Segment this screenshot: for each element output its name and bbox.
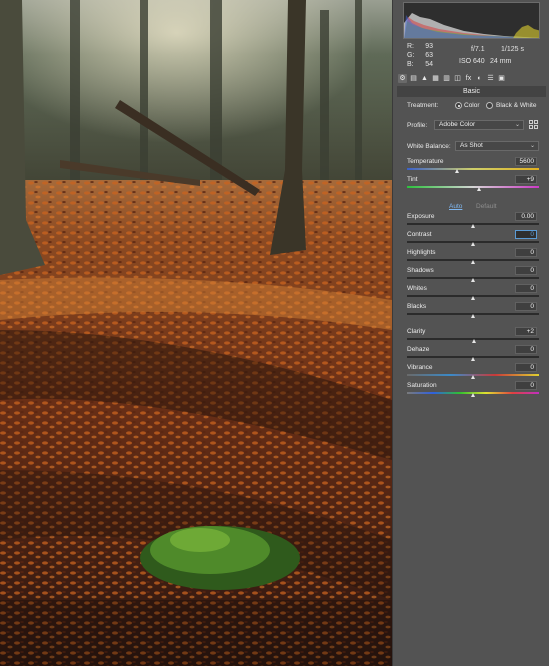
white-balance-label: White Balance:: [407, 143, 451, 150]
exposure-value-field[interactable]: 0.00: [515, 212, 537, 221]
dehaze-value-field[interactable]: 0: [515, 345, 537, 354]
dehaze-label: Dehaze: [407, 346, 430, 353]
saturation-slider-row: Saturation 0: [393, 381, 549, 400]
chevron-down-icon: ⌄: [514, 122, 520, 128]
clarity-slider-thumb[interactable]: [471, 339, 476, 343]
highlights-value-field[interactable]: 0: [515, 248, 537, 257]
chevron-down-icon: ⌄: [529, 143, 535, 149]
effects-icon[interactable]: fx: [464, 74, 473, 83]
iso-value: ISO 640: [459, 58, 485, 65]
treatment-color-label[interactable]: Color: [464, 102, 480, 109]
temperature-value-field[interactable]: 5600: [515, 157, 537, 166]
blue-value: 54: [425, 61, 433, 68]
red-readout: R: 93: [407, 43, 433, 50]
tint-slider-thumb[interactable]: [477, 187, 482, 191]
exposure-slider-row: Exposure 0.00: [393, 212, 549, 231]
auto-button[interactable]: Auto: [449, 203, 462, 210]
clarity-label: Clarity: [407, 328, 426, 335]
split-toning-icon[interactable]: ▥: [442, 74, 451, 83]
vibrance-value-field[interactable]: 0: [515, 363, 537, 372]
clarity-value-field[interactable]: +2: [515, 327, 537, 336]
contrast-slider-row: Contrast 0: [393, 230, 549, 249]
shadows-value-field[interactable]: 0: [515, 266, 537, 275]
temperature-slider-row: Temperature 5600: [393, 157, 549, 176]
red-label: R:: [407, 43, 414, 50]
green-label: G:: [407, 52, 415, 59]
white-balance-value: As Shot: [460, 142, 483, 149]
section-title-basic: Basic: [397, 86, 546, 97]
treatment-color-radio[interactable]: [455, 102, 462, 109]
lens-icon[interactable]: ◫: [453, 74, 462, 83]
blacks-slider-thumb[interactable]: [470, 314, 475, 318]
tint-label: Tint: [407, 176, 418, 183]
camera-raw-panel: R: 93 G: 63 B: 54 f/7.1 1/125 s ISO 640 …: [392, 0, 549, 666]
highlights-label: Highlights: [407, 249, 436, 256]
histogram[interactable]: [403, 2, 540, 39]
shadows-slider-row: Shadows 0: [393, 266, 549, 285]
dehaze-slider-thumb[interactable]: [470, 357, 475, 361]
temperature-label: Temperature: [407, 158, 444, 165]
contrast-slider-thumb[interactable]: [470, 242, 475, 246]
whites-slider-row: Whites 0: [393, 284, 549, 303]
default-button[interactable]: Default: [476, 203, 497, 210]
tint-slider-track[interactable]: [407, 186, 539, 188]
dehaze-slider-row: Dehaze 0: [393, 345, 549, 364]
saturation-label: Saturation: [407, 382, 437, 389]
vibrance-slider-thumb[interactable]: [470, 375, 475, 379]
profile-value: Adobe Color: [439, 121, 476, 128]
shutter-value: 1/125 s: [501, 46, 524, 53]
treatment-bw-label[interactable]: Black & White: [496, 102, 536, 109]
exposure-slider-thumb[interactable]: [470, 224, 475, 228]
focal-length-value: 24 mm: [490, 58, 512, 65]
whites-value-field[interactable]: 0: [515, 284, 537, 293]
panel-tabs: ⚙ ▤ ▲ ▦ ▥ ◫ fx ◐ ☰ ▣: [398, 72, 546, 84]
saturation-slider-thumb[interactable]: [470, 393, 475, 397]
contrast-label: Contrast: [407, 231, 432, 238]
treatment-bw-radio[interactable]: [486, 102, 493, 109]
tint-value-field[interactable]: +9: [515, 175, 537, 184]
photo-preview[interactable]: [0, 0, 392, 666]
blacks-label: Blacks: [407, 303, 427, 310]
detail-icon[interactable]: ▲: [420, 74, 429, 83]
shadows-label: Shadows: [407, 267, 434, 274]
histogram-graph: [404, 13, 539, 38]
whites-slider-thumb[interactable]: [470, 296, 475, 300]
vibrance-slider-row: Vibrance 0: [393, 363, 549, 382]
white-balance-select[interactable]: As Shot ⌄: [455, 141, 539, 151]
blue-label: B:: [407, 61, 414, 68]
aperture-value: f/7.1: [471, 46, 485, 53]
temperature-slider-thumb[interactable]: [454, 169, 459, 173]
camera-basic-icon[interactable]: ⚙: [398, 73, 407, 83]
blue-readout: B: 54: [407, 61, 433, 68]
presets-icon[interactable]: ☰: [486, 74, 495, 83]
clarity-slider-row: Clarity +2: [393, 327, 549, 346]
photo-image: [0, 0, 392, 666]
green-value: 63: [425, 52, 433, 59]
contrast-value-field[interactable]: 0: [515, 230, 537, 239]
shadows-slider-thumb[interactable]: [470, 278, 475, 282]
green-readout: G: 63: [407, 52, 433, 59]
blacks-value-field[interactable]: 0: [515, 302, 537, 311]
blacks-slider-row: Blacks 0: [393, 302, 549, 321]
red-value: 93: [425, 43, 433, 50]
whites-label: Whites: [407, 285, 427, 292]
hsl-icon[interactable]: ▦: [431, 74, 440, 83]
treatment-label: Treatment:: [407, 102, 439, 109]
highlights-slider-thumb[interactable]: [470, 260, 475, 264]
saturation-value-field[interactable]: 0: [515, 381, 537, 390]
profile-select[interactable]: Adobe Color ⌄: [434, 120, 524, 130]
profile-label: Profile:: [407, 122, 428, 129]
tone-curve-icon[interactable]: ▤: [409, 74, 418, 83]
highlights-slider-row: Highlights 0: [393, 248, 549, 267]
tint-slider-row: Tint +9: [393, 175, 549, 194]
snapshots-icon[interactable]: ▣: [497, 74, 506, 83]
vibrance-label: Vibrance: [407, 364, 433, 371]
calibration-icon[interactable]: ◐: [475, 74, 484, 83]
temperature-slider-track[interactable]: [407, 168, 539, 170]
profile-browser-icon[interactable]: [529, 120, 538, 129]
exposure-label: Exposure: [407, 213, 435, 220]
